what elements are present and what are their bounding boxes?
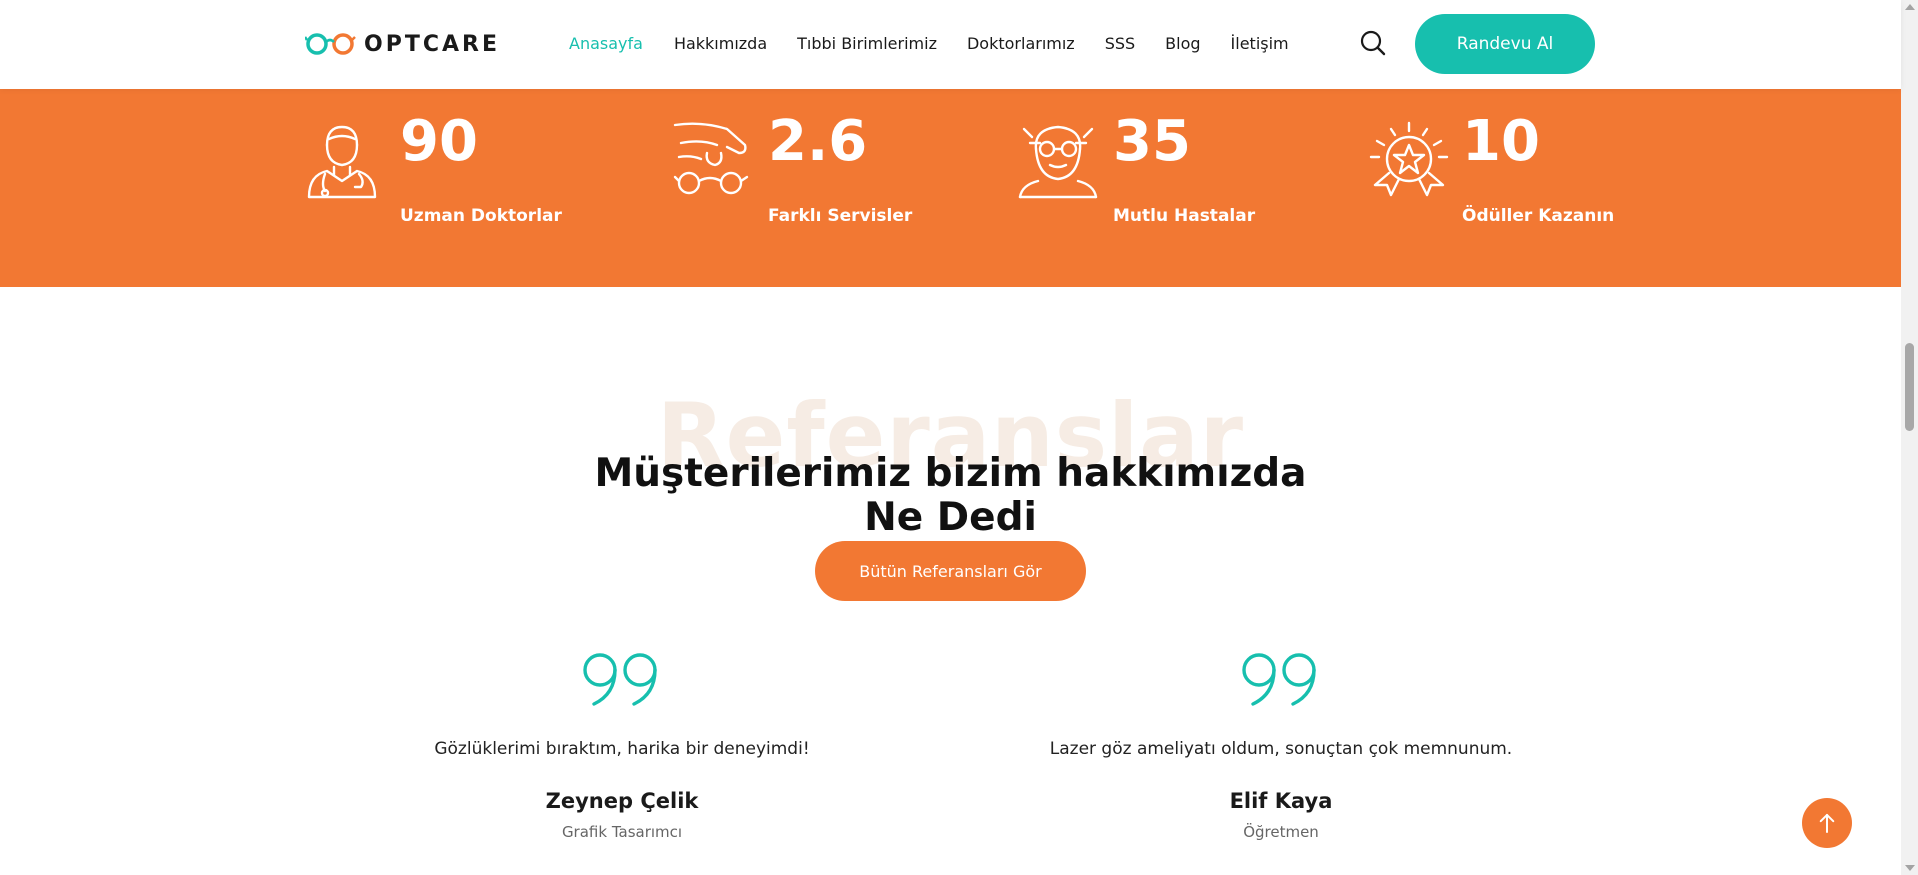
stat-patients: 35 Mutlu Hastalar: [1018, 109, 1278, 226]
testimonial-role: Öğretmen: [1243, 823, 1319, 841]
arrow-up-icon: [1819, 813, 1835, 833]
testimonial-role: Grafik Tasarımcı: [561, 823, 683, 841]
nav-tibbi-birimlerimiz[interactable]: Tıbbi Birimlerimiz: [797, 34, 937, 53]
testimonial-name: Elif Kaya: [1229, 789, 1333, 813]
nav-sss[interactable]: SSS: [1105, 34, 1135, 53]
nav-hakkimizda[interactable]: Hakkımızda: [674, 34, 767, 53]
scrollbar-thumb[interactable]: [1905, 343, 1914, 431]
stat-label: Uzman Doktorlar: [400, 206, 562, 226]
all-references-button[interactable]: Bütün Referansları Gör: [815, 541, 1086, 601]
nav-iletisim[interactable]: İletişim: [1231, 34, 1289, 53]
section-title-line1: Müşterilerimiz bizim hakkımızda: [594, 451, 1307, 496]
logo-text: OPTCARE: [364, 31, 500, 57]
site-header: OPTCARE Anasayfa Hakkımızda Tıbbi Biriml…: [0, 0, 1901, 89]
stat-value: 2.6: [768, 109, 868, 174]
patient-eye-test-icon: [1018, 125, 1098, 199]
nav-anasayfa[interactable]: Anasayfa: [569, 34, 643, 53]
stat-label: Farklı Servisler: [768, 206, 913, 226]
stat-label: Ödüller Kazanın: [1462, 206, 1615, 226]
section-title: Müşterilerimiz bizim hakkımızda Ne Dedi: [0, 452, 1901, 540]
scroll-down-icon[interactable]: [1905, 865, 1915, 871]
testimonial-quote: Lazer göz ameliyatı oldum, sonuçtan çok …: [1049, 739, 1513, 759]
testimonial-quote: Gözlüklerimi bıraktım, harika bir deneyi…: [434, 739, 810, 759]
glasses-hand-icon: [673, 122, 749, 195]
quote-mark-icon: [1242, 653, 1316, 706]
scroll-up-icon[interactable]: [1905, 4, 1915, 10]
testimonial-card: Gözlüklerimi bıraktım, harika bir deneyi…: [322, 650, 922, 841]
testimonial-name: Zeynep Çelik: [545, 789, 699, 813]
doctor-icon: [307, 125, 377, 199]
stat-value: 90: [400, 109, 478, 174]
main-nav: Anasayfa Hakkımızda Tıbbi Birimlerimiz D…: [569, 34, 1289, 53]
page-scrollbar[interactable]: [1901, 0, 1918, 875]
search-button[interactable]: [1359, 29, 1387, 57]
nav-doktorlarimiz[interactable]: Doktorlarımız: [967, 34, 1075, 53]
search-icon: [1360, 30, 1386, 56]
appointment-button[interactable]: Randevu Al: [1415, 14, 1595, 74]
quote-mark-icon: [583, 653, 657, 706]
glasses-logo-icon: [305, 33, 356, 55]
stat-services: 2.6 Farklı Servisler: [670, 109, 930, 226]
stat-awards: 10 Ödüller Kazanın: [1366, 109, 1626, 226]
scroll-to-top-button[interactable]: [1802, 798, 1852, 848]
award-icon: [1369, 121, 1449, 197]
logo[interactable]: OPTCARE: [305, 30, 500, 58]
stat-value: 35: [1113, 109, 1191, 174]
section-title-line2: Ne Dedi: [864, 495, 1037, 540]
testimonial-card: Lazer göz ameliyatı oldum, sonuçtan çok …: [981, 650, 1581, 841]
stat-label: Mutlu Hastalar: [1113, 206, 1256, 226]
stat-value: 10: [1462, 109, 1540, 174]
nav-blog[interactable]: Blog: [1165, 34, 1200, 53]
stat-doctors: 90 Uzman Doktorlar: [305, 109, 565, 226]
stats-band: 90 Uzman Doktorlar 2.6 Farklı Servisler …: [0, 89, 1901, 287]
